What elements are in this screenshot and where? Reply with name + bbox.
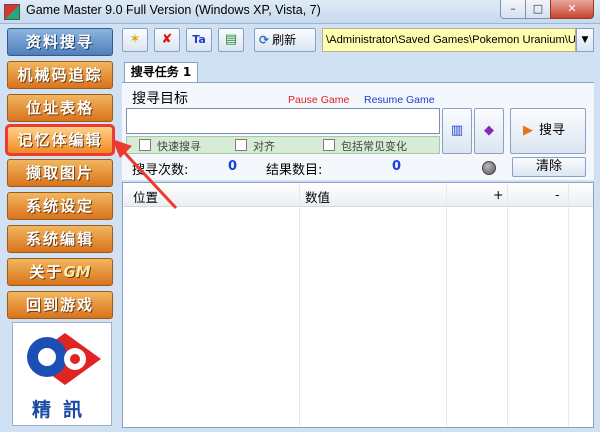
status-indicator	[482, 161, 496, 175]
play-icon: ▶	[523, 123, 533, 138]
minimize-button[interactable]: –	[500, 0, 526, 19]
align-checkbox[interactable]	[235, 139, 247, 151]
search-target-label: 搜寻目标	[132, 91, 188, 107]
pause-game-link[interactable]: Pause Game	[288, 94, 349, 106]
sidebar-item-system-edit[interactable]: 系统编辑	[7, 225, 113, 253]
maximize-button[interactable]: □	[525, 0, 551, 19]
clear-button[interactable]: 清除	[512, 157, 586, 177]
chevron-down-icon[interactable]: ▼	[576, 28, 594, 52]
window-title: Game Master 9.0 Full Version (Windows XP…	[26, 3, 321, 17]
close-button[interactable]: ✕	[550, 0, 594, 19]
sidebar-item-capture-image[interactable]: 撷取图片	[7, 159, 113, 187]
column-divider	[507, 183, 508, 427]
search-count-label: 搜寻次数:	[132, 163, 189, 178]
sidebar-item-system-settings[interactable]: 系统设定	[7, 192, 113, 220]
title-bar: Game Master 9.0 Full Version (Windows XP…	[0, 0, 600, 24]
toolbar: ✶ ✘ Ta ▤ ⟳ 刷新 \Administrator\Saved Games\…	[122, 28, 594, 54]
text-button[interactable]: Ta	[186, 28, 212, 52]
tab-search-task-1[interactable]: 搜寻任务 1	[124, 62, 198, 82]
book-button[interactable]: ◆	[474, 108, 504, 154]
search-button-label: 搜寻	[539, 123, 566, 138]
include-common-changes-label: 包括常见变化	[341, 140, 407, 153]
save-file-icon: ▤	[224, 32, 238, 47]
sidebar-item-machine-code-trace[interactable]: 机械码追踪	[7, 61, 113, 89]
column-header-value[interactable]: 数值	[305, 187, 330, 206]
book-icon: ◆	[484, 123, 494, 138]
refresh-icon: ⟳	[259, 33, 270, 47]
sparkle-icon: ✶	[129, 32, 141, 47]
chart-icon: ▥	[450, 123, 464, 138]
chart-options-button[interactable]: ▥	[442, 108, 472, 154]
save-button[interactable]: ▤	[218, 28, 244, 52]
new-search-button[interactable]: ✶	[122, 28, 148, 52]
search-options-bar: 快速搜寻 对齐 包括常见变化	[126, 136, 440, 154]
column-header-address[interactable]: 位置	[133, 187, 158, 206]
gm-logo-text: GM	[63, 263, 91, 281]
quick-search-checkbox[interactable]	[139, 139, 151, 151]
sidebar: 资料搜寻 机械码追踪 位址表格 记忆体编辑 撷取图片 系统设定 系统编辑 关于G…	[4, 28, 116, 428]
logo-graphic-icon	[27, 333, 101, 385]
results-table[interactable]: 位置 数值 + -	[122, 182, 594, 428]
process-path-select[interactable]: \Administrator\Saved Games\Pokemon Urani…	[322, 28, 576, 52]
company-logo: 精訊	[12, 322, 112, 426]
quick-search-label: 快速搜寻	[157, 140, 201, 153]
column-header-decrease[interactable]: -	[555, 187, 560, 202]
text-format-icon: Ta	[192, 33, 206, 46]
search-target-input[interactable]	[126, 108, 440, 134]
sidebar-item-data-search[interactable]: 资料搜寻	[7, 28, 113, 56]
column-divider	[568, 183, 569, 427]
refresh-button[interactable]: ⟳ 刷新	[254, 28, 316, 52]
app-icon	[4, 4, 20, 20]
sidebar-item-memory-edit[interactable]: 记忆体编辑	[5, 124, 115, 156]
delete-button[interactable]: ✘	[154, 28, 180, 52]
result-count-value: 0	[392, 159, 402, 174]
sidebar-item-back-to-game[interactable]: 回到游戏	[7, 291, 113, 319]
sidebar-item-about[interactable]: 关于GM	[7, 258, 113, 286]
about-label: 关于	[29, 263, 64, 281]
resume-game-link[interactable]: Resume Game	[364, 94, 435, 106]
delete-icon: ✘	[161, 32, 173, 47]
sidebar-item-address-table[interactable]: 位址表格	[7, 94, 113, 122]
align-label: 对齐	[253, 140, 275, 153]
result-count-label: 结果数目:	[266, 163, 323, 178]
logo-caption: 精訊	[31, 399, 94, 421]
search-button[interactable]: ▶ 搜寻	[510, 108, 586, 154]
column-divider	[299, 183, 300, 427]
include-common-changes-checkbox[interactable]	[323, 139, 335, 151]
column-divider	[446, 183, 447, 427]
search-count-value: 0	[228, 159, 238, 174]
column-header-increase[interactable]: +	[493, 187, 503, 202]
table-header: 位置 数值 + -	[123, 183, 593, 207]
refresh-label: 刷新	[272, 33, 297, 47]
